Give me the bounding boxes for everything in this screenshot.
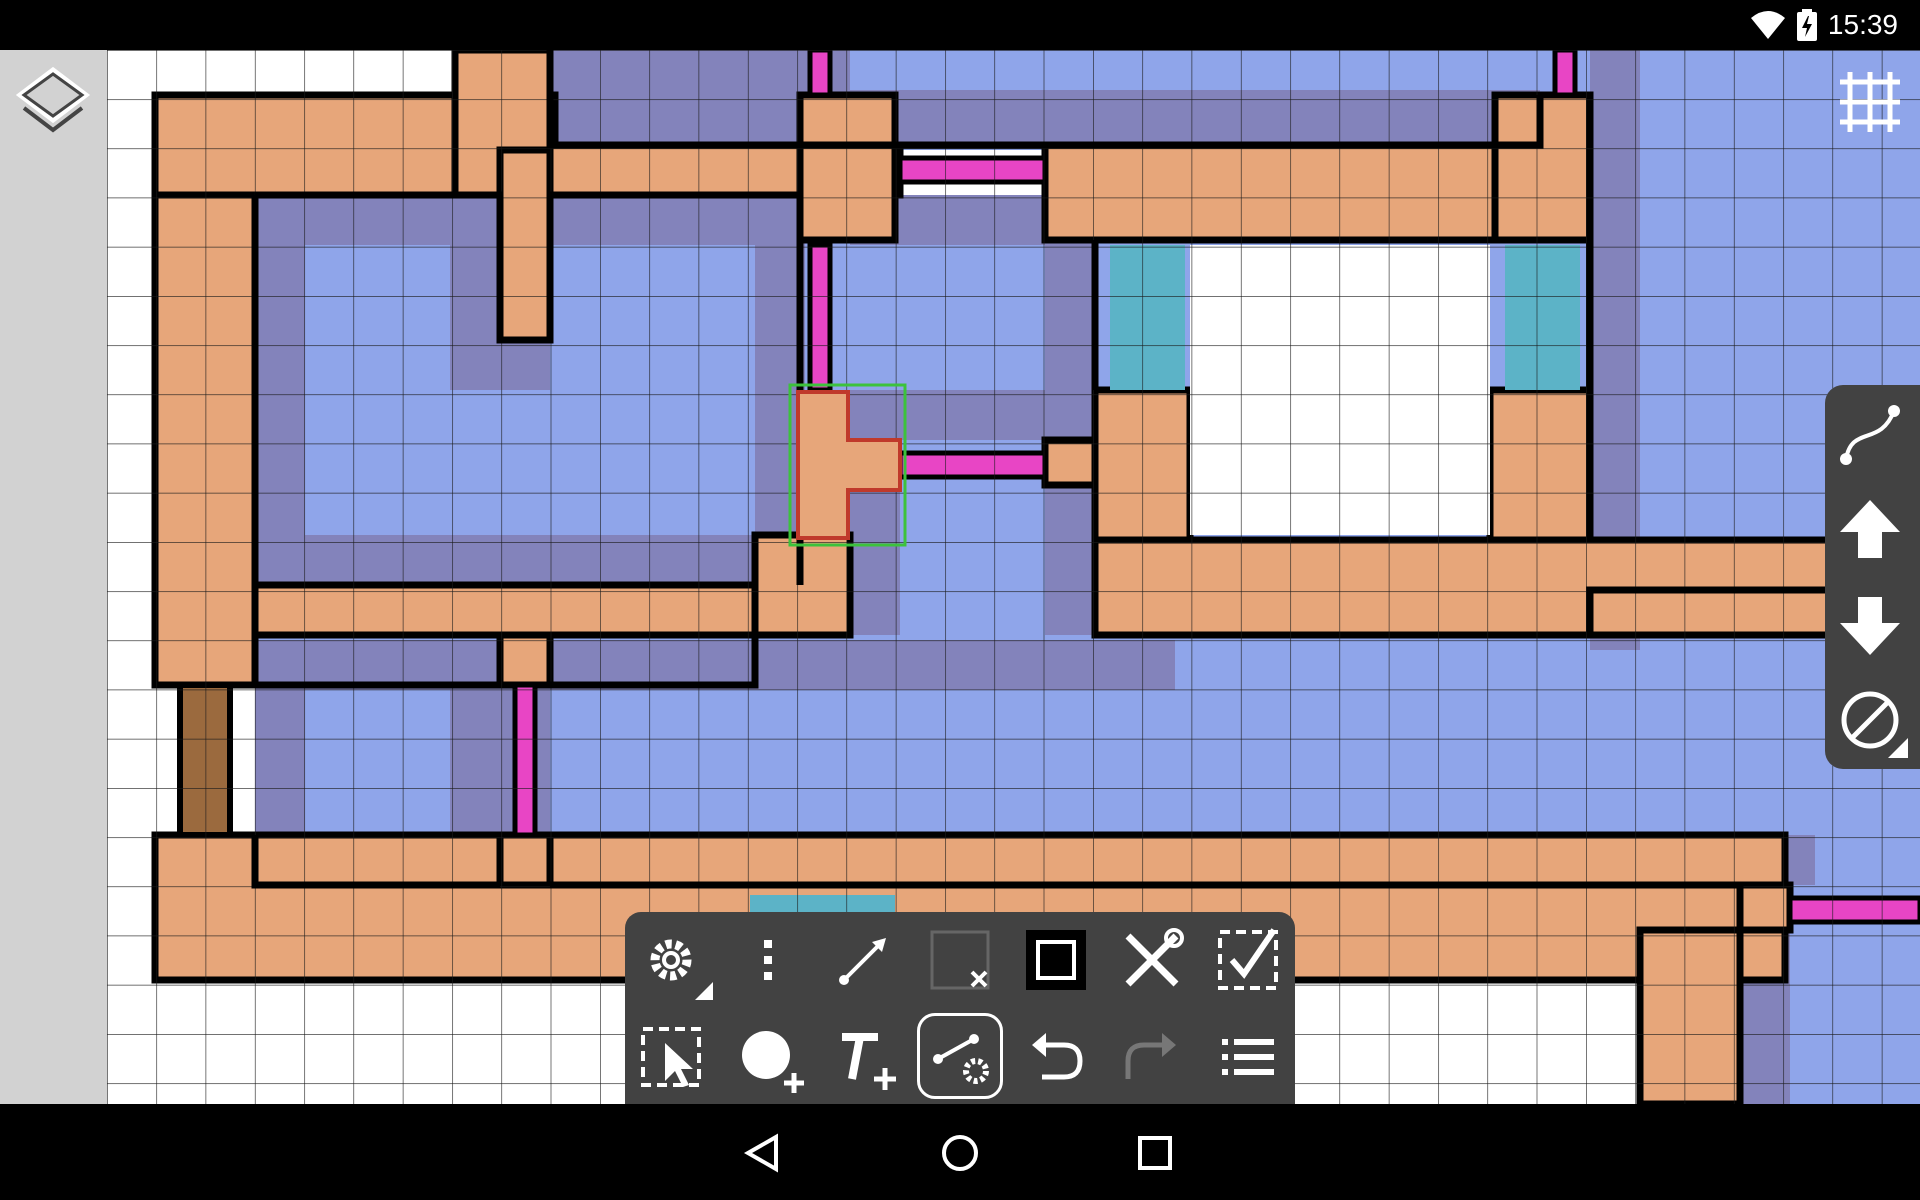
- redo-icon: [1125, 1033, 1176, 1079]
- select-icon: [641, 1027, 701, 1087]
- curve-path-icon: [1840, 405, 1900, 465]
- settings-icon: [650, 939, 713, 1000]
- arrow-up-icon: [1840, 500, 1900, 558]
- undo-icon: [1032, 1033, 1083, 1080]
- redo-button[interactable]: [1108, 1015, 1196, 1099]
- fill-button[interactable]: [1830, 680, 1910, 760]
- back-icon: [743, 1133, 778, 1173]
- layers-icon: [15, 66, 91, 133]
- settings-button[interactable]: [627, 918, 715, 1002]
- undo-button[interactable]: [1012, 1015, 1100, 1099]
- move-up-button[interactable]: [1830, 490, 1910, 570]
- no-fill-icon: [1841, 691, 1908, 758]
- home-icon: [942, 1135, 978, 1171]
- add-text-button[interactable]: [820, 1015, 908, 1099]
- no-border-button[interactable]: [916, 918, 1004, 1002]
- recents-icon: [1138, 1136, 1172, 1170]
- move-down-button[interactable]: [1830, 585, 1910, 665]
- curve-path-button[interactable]: [1830, 395, 1910, 475]
- recents-button[interactable]: [1130, 1128, 1180, 1178]
- edit-path-icon: [933, 1034, 989, 1084]
- line-arrow-button[interactable]: [820, 918, 908, 1002]
- add-text-icon: [842, 1033, 896, 1090]
- layers-button[interactable]: [10, 60, 96, 146]
- more-vert-icon: [764, 940, 772, 980]
- tools-icon: [1125, 928, 1184, 987]
- back-button[interactable]: [740, 1128, 790, 1178]
- home-button[interactable]: [935, 1128, 985, 1178]
- list-icon: [1222, 1039, 1274, 1075]
- confirm-selection-icon: [1218, 928, 1278, 990]
- tools-button[interactable]: [1108, 918, 1196, 1002]
- list-button[interactable]: [1204, 1015, 1292, 1099]
- arrow-down-icon: [1840, 597, 1900, 655]
- line-arrow-icon: [839, 938, 886, 985]
- border-icon: [1026, 930, 1086, 990]
- more-options-button[interactable]: [724, 918, 812, 1002]
- select-button[interactable]: [627, 1015, 715, 1099]
- confirm-selection-button[interactable]: [1204, 918, 1292, 1002]
- border-button[interactable]: [1012, 918, 1100, 1002]
- no-border-icon: [930, 930, 990, 990]
- edit-path-button[interactable]: [916, 1015, 1004, 1099]
- grid-toggle-button[interactable]: [1830, 60, 1910, 140]
- grid-icon: [1840, 72, 1900, 132]
- add-shape-icon: [742, 1031, 804, 1093]
- add-shape-button[interactable]: [724, 1015, 812, 1099]
